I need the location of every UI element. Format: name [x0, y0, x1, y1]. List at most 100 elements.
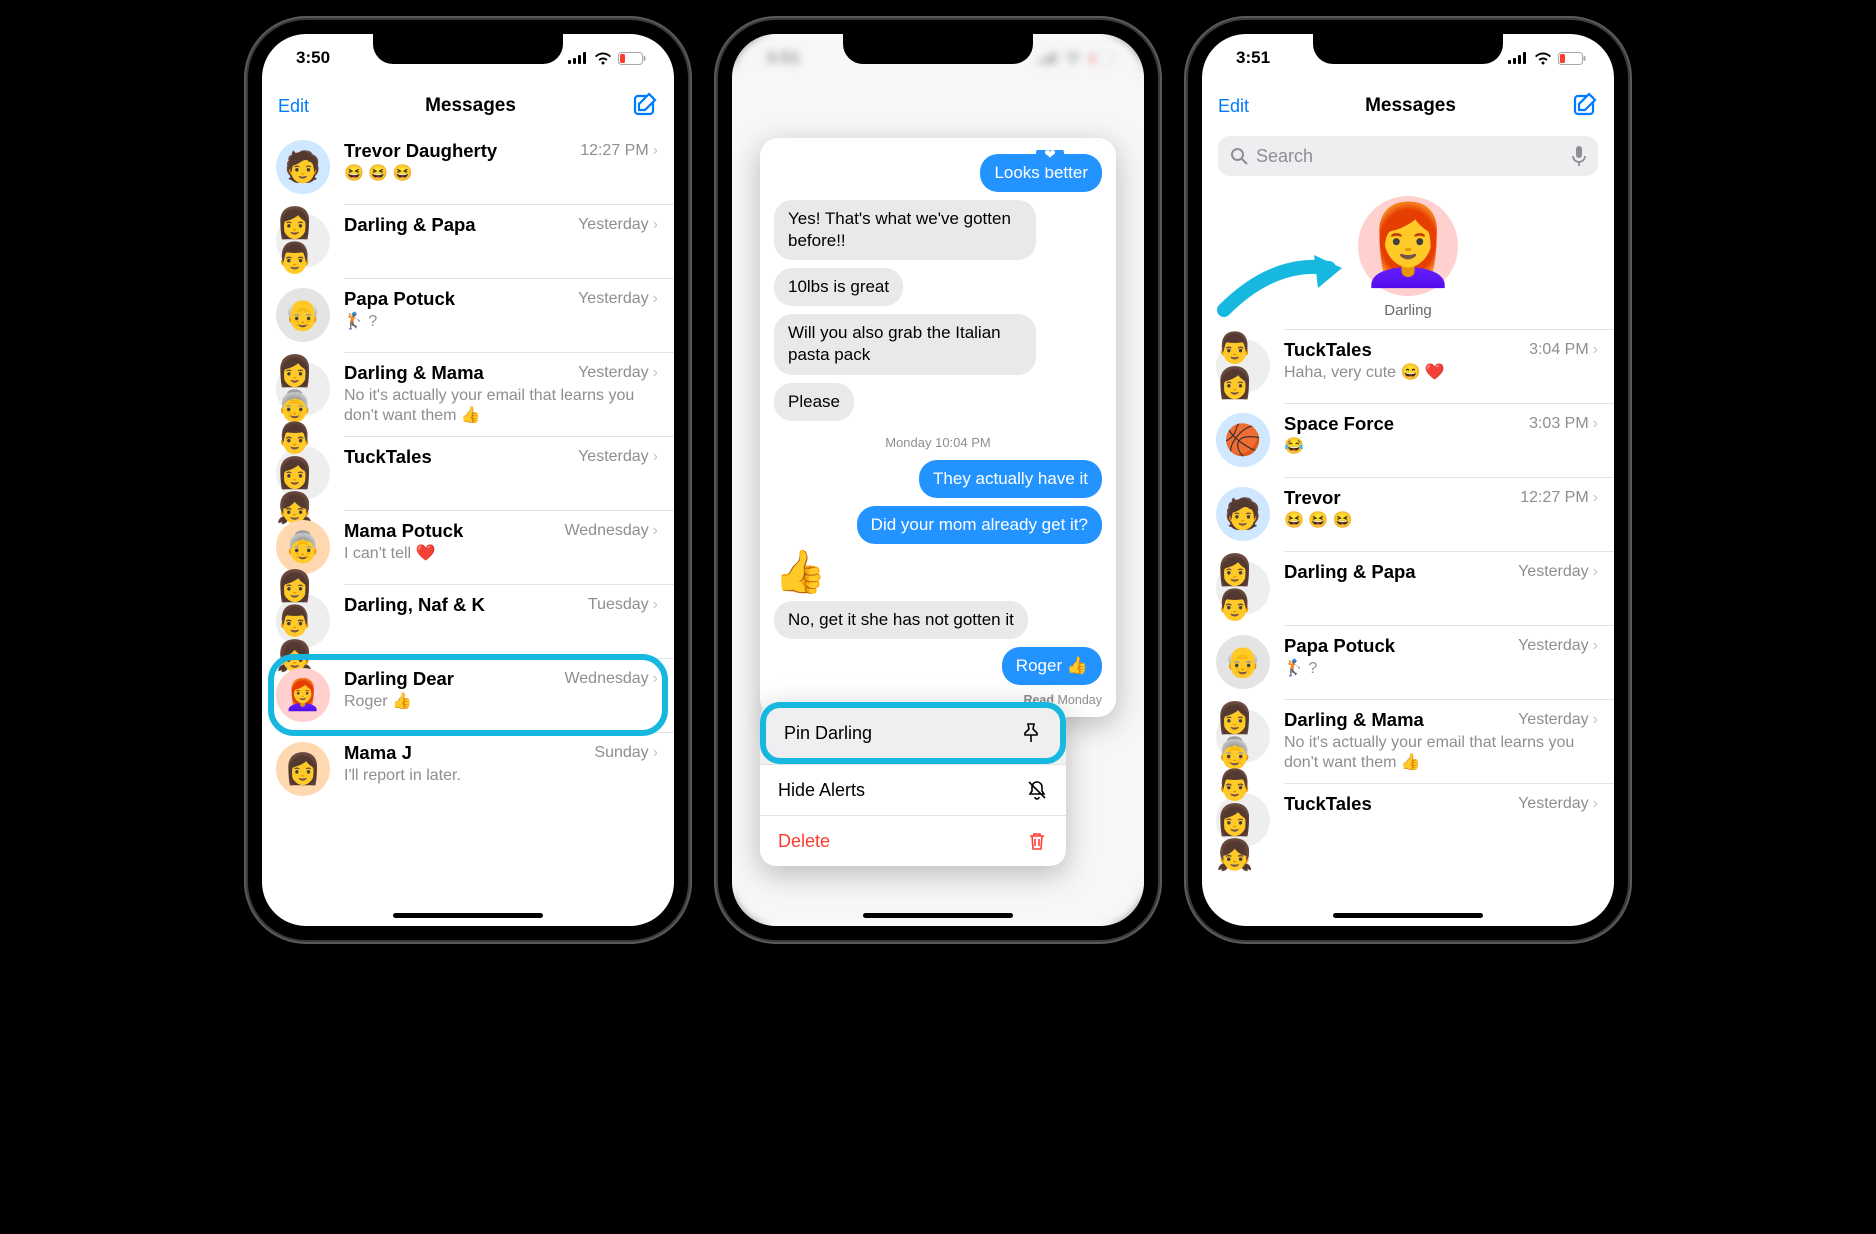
row-time: Yesterday›	[1518, 795, 1598, 813]
pin-conversation-button[interactable]: Pin Darling	[760, 702, 1066, 764]
avatar: 👴	[276, 288, 330, 342]
message-preview: 😂	[1284, 437, 1598, 457]
row-time: Yesterday›	[578, 448, 658, 466]
contact-name: TuckTales	[1284, 793, 1372, 815]
status-time: 3:50	[296, 48, 330, 68]
contact-name: Papa Potuck	[1284, 635, 1395, 657]
conversation-row[interactable]: 🧑 Trevor12:27 PM›😆 😆 😆	[1202, 477, 1614, 551]
microphone-icon[interactable]	[1572, 146, 1586, 166]
avatar: 👨👩👧	[276, 446, 330, 500]
contact-name: Darling & Papa	[1284, 561, 1416, 583]
contact-name: Darling & Mama	[1284, 709, 1424, 731]
home-indicator[interactable]	[393, 913, 543, 918]
row-time: Wednesday›	[564, 522, 658, 540]
row-time: Yesterday›	[1518, 563, 1598, 581]
avatar: 👩	[276, 742, 330, 796]
avatar: 👩👵	[1216, 709, 1270, 763]
nav-bar: Edit Messages	[1202, 82, 1614, 130]
conversation-row[interactable]: 👨👩👧 TuckTalesYesterday›	[1202, 783, 1614, 857]
battery-low-icon	[1558, 52, 1586, 65]
edit-button[interactable]: Edit	[278, 96, 309, 117]
received-bubble: Yes! That's what we've gotten before!!	[774, 200, 1036, 260]
tutorial-arrow-icon	[1214, 250, 1354, 320]
battery-low-icon	[618, 52, 646, 65]
search-icon	[1230, 147, 1248, 165]
avatar: 🧑	[276, 140, 330, 194]
conversation-row[interactable]: 👴 Papa Potuck Yesterday› 🏌️ ?	[1202, 625, 1614, 699]
wifi-icon	[1534, 52, 1552, 65]
conversation-row[interactable]: 👨👩 TuckTales3:04 PM›Haha, very cute 😄 ❤️	[1202, 329, 1614, 403]
conversation-row[interactable]: 👴 Papa PotuckYesterday› 🏌️ ?	[262, 278, 674, 352]
compose-button[interactable]	[1572, 91, 1598, 122]
avatar: 👨👩	[1216, 339, 1270, 393]
conversation-row[interactable]: 🏀 Space Force3:03 PM›😂	[1202, 403, 1614, 477]
conversation-row[interactable]: 👩👨👧 Darling, Naf & KTuesday›	[262, 584, 674, 658]
received-bubble: 10lbs is great	[774, 268, 903, 306]
edit-button[interactable]: Edit	[1218, 96, 1249, 117]
avatar: 👩👵	[276, 362, 330, 416]
row-time: Yesterday›	[1518, 637, 1598, 655]
conversations-list[interactable]: 🧑 Trevor Daugherty12:27 PM› 😆 😆 😆 👩👨 Dar…	[262, 130, 674, 806]
row-time: 12:27 PM›	[1520, 489, 1598, 507]
row-time: Tuesday›	[588, 596, 658, 614]
menu-label: Pin Darling	[784, 723, 872, 744]
conversation-preview[interactable]: Looks better ❤ Yes! That's what we've go…	[760, 138, 1116, 717]
conversation-row[interactable]: 👩‍🦰 Darling DearWednesday› Roger 👍	[262, 658, 674, 732]
contact-name: Darling Dear	[344, 668, 454, 690]
message-preview: 😆 😆 😆	[1284, 511, 1598, 531]
wifi-icon	[594, 52, 612, 65]
menu-label: Hide Alerts	[778, 780, 865, 801]
thumbs-up-sticker: 👍	[774, 548, 826, 597]
row-time: 3:03 PM›	[1529, 415, 1598, 433]
avatar: 🏀	[1216, 413, 1270, 467]
received-bubble: Please	[774, 383, 854, 421]
contact-name: Mama Potuck	[344, 520, 463, 542]
conversation-row[interactable]: 🧑 Trevor Daugherty12:27 PM› 😆 😆 😆	[262, 130, 674, 204]
row-time: Yesterday›	[578, 290, 658, 308]
search-placeholder: Search	[1256, 146, 1313, 167]
pin-icon	[1020, 722, 1042, 744]
chevron-right-icon: ›	[653, 142, 658, 160]
page-title: Messages	[1365, 95, 1456, 117]
contact-name: Trevor Daugherty	[344, 140, 497, 162]
home-indicator[interactable]	[1333, 913, 1483, 918]
received-bubble: Will you also grab the Italian pasta pac…	[774, 314, 1036, 374]
row-time: Wednesday›	[564, 670, 658, 688]
pinned-avatar[interactable]: 👩‍🦰	[1358, 196, 1458, 296]
contact-name: TuckTales	[344, 446, 432, 468]
home-indicator[interactable]	[863, 913, 1013, 918]
contact-name: Darling, Naf & K	[344, 594, 485, 616]
row-time: Yesterday›	[578, 216, 658, 234]
delete-conversation-button[interactable]: Delete	[760, 815, 1066, 866]
hide-alerts-button[interactable]: Hide Alerts	[760, 764, 1066, 815]
signal-icon	[568, 52, 588, 64]
compose-button[interactable]	[632, 91, 658, 122]
avatar: 👴	[1216, 635, 1270, 689]
message-preview: No it's actually your email that learns …	[344, 386, 658, 426]
message-preview: I'll report in later.	[344, 766, 658, 786]
search-input[interactable]: Search	[1218, 136, 1598, 176]
message-preview: Haha, very cute 😄 ❤️	[1284, 363, 1598, 383]
row-time: Yesterday›	[578, 364, 658, 382]
row-time: Sunday›	[594, 744, 658, 762]
bell-slash-icon	[1026, 779, 1048, 801]
contact-name: Mama J	[344, 742, 412, 764]
sent-bubble: They actually have it	[919, 460, 1102, 498]
sent-bubble: Did your mom already get it?	[857, 506, 1102, 544]
notch	[1313, 34, 1503, 64]
signal-icon	[1508, 52, 1528, 64]
status-time: 3:51	[1236, 48, 1270, 68]
conversation-row[interactable]: 👩 Mama J Sunday› I'll report in later.	[262, 732, 674, 806]
message-preview: 🏌️ ?	[1284, 659, 1598, 679]
row-time: Yesterday›	[1518, 711, 1598, 729]
compose-icon	[632, 91, 658, 117]
row-time: 12:27 PM›	[580, 142, 658, 160]
conversation-row[interactable]: 👨👩👧 TuckTales Yesterday›	[262, 436, 674, 510]
conversation-row[interactable]: 👩👨 Darling & PapaYesterday›	[262, 204, 674, 278]
conversation-row[interactable]: 👩👨 Darling & PapaYesterday›	[1202, 551, 1614, 625]
contact-name: TuckTales	[1284, 339, 1372, 361]
conversations-list[interactable]: 👨👩 TuckTales3:04 PM›Haha, very cute 😄 ❤️…	[1202, 329, 1614, 857]
pinned-conversations: 👩‍🦰 Darling	[1202, 184, 1614, 329]
avatar: 👩👨	[276, 214, 330, 268]
contact-name: Papa Potuck	[344, 288, 455, 310]
